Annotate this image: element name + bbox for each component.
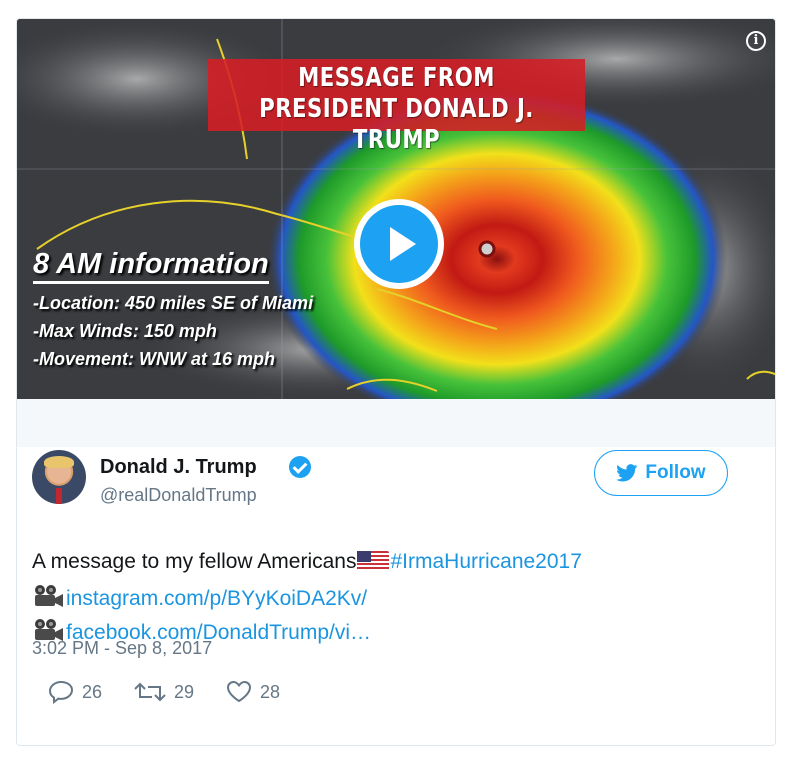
heart-icon xyxy=(226,680,252,703)
tweet-timestamp[interactable]: 3:02 PM - Sep 8, 2017 xyxy=(32,638,212,659)
banner-line-2: PRESIDENT DONALD J. TRUMP xyxy=(259,94,534,155)
video-banner: MESSAGE FROM PRESIDENT DONALD J. TRUMP xyxy=(208,59,585,155)
info-icon[interactable]: i xyxy=(746,31,766,51)
reply-action[interactable]: 26 xyxy=(48,680,102,704)
play-button[interactable] xyxy=(354,199,444,289)
video-thumbnail[interactable]: i MESSAGE FROM PRESIDENT DONALD J. TRUMP… xyxy=(17,19,775,399)
play-icon xyxy=(360,205,438,283)
hashtag-link[interactable]: #IrmaHurricane2017 xyxy=(390,550,581,573)
info-heading: 8 AM information xyxy=(33,247,269,284)
reply-count: 26 xyxy=(82,681,103,702)
banner-line-1: MESSAGE FROM xyxy=(298,63,495,93)
tweet-text-line-2: instagram.com/p/BYyKoiDA2Kv/ xyxy=(32,584,367,611)
follow-label: Follow xyxy=(645,462,706,483)
tweet-text-line-1: A message to my fellow Americans #IrmaHur… xyxy=(32,550,582,574)
us-flag-icon xyxy=(357,551,390,571)
retweet-icon xyxy=(134,682,166,702)
bird-icon xyxy=(616,464,638,482)
tweet-text: A message to my fellow Americans xyxy=(32,550,357,573)
info-line-movement: -Movement: WNW at 16 mph xyxy=(33,349,276,369)
verified-icon xyxy=(289,456,311,478)
media-caption-area xyxy=(17,399,775,447)
like-count: 28 xyxy=(260,681,281,702)
info-line-winds: -Max Winds: 150 mph xyxy=(33,321,217,341)
like-action[interactable]: 28 xyxy=(226,680,280,704)
retweet-count: 29 xyxy=(174,681,195,702)
reply-icon xyxy=(48,680,74,704)
user-handle[interactable]: @realDonaldTrump xyxy=(100,485,257,506)
info-line-location: -Location: 450 miles SE of Miami xyxy=(33,293,314,313)
movie-camera-icon xyxy=(35,585,63,607)
avatar[interactable] xyxy=(32,450,86,504)
follow-button[interactable]: Follow xyxy=(594,450,728,496)
display-name[interactable]: Donald J. Trump xyxy=(100,456,257,479)
retweet-action[interactable]: 29 xyxy=(134,680,194,704)
instagram-link[interactable]: instagram.com/p/BYyKoiDA2Kv/ xyxy=(66,587,367,610)
